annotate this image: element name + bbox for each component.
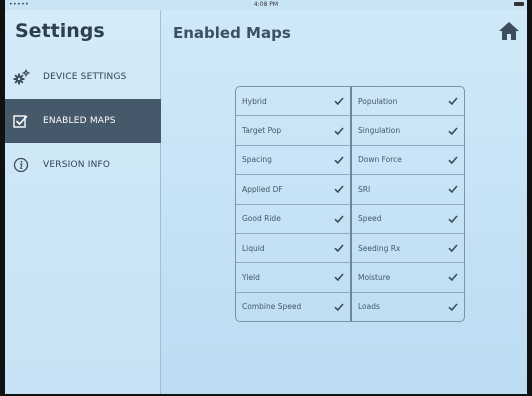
map-name: Combine Speed <box>242 302 302 312</box>
battery-icon <box>514 2 524 6</box>
map-toggle-loads[interactable]: Loads <box>352 293 464 321</box>
map-toggle-hybrid[interactable]: Hybrid <box>236 87 350 117</box>
checkmark-icon <box>448 156 458 164</box>
sidebar-item-label: VERSION INFO <box>43 160 111 170</box>
main-panel: Enabled Maps Hybrid Target Pop Spacing A… <box>161 10 527 394</box>
checkmark-icon <box>448 215 458 223</box>
map-name: Yield <box>242 272 260 282</box>
map-toggle-liquid[interactable]: Liquid <box>236 234 350 264</box>
map-name: Target Pop <box>242 126 282 136</box>
checkmark-icon <box>448 185 458 194</box>
maps-column-left: Hybrid Target Pop Spacing Applied DF Goo… <box>236 87 350 321</box>
map-name: Spacing <box>242 155 272 165</box>
sidebar-item-enabled-maps[interactable]: ENABLED MAPS <box>5 99 161 143</box>
map-name: Down Force <box>357 155 402 165</box>
map-toggle-good-ride[interactable]: Good Ride <box>236 205 350 234</box>
sidebar-item-label: ENABLED MAPS <box>43 116 116 126</box>
sidebar: Settings DEVICE SETTINGS ENABLED MAPS VE… <box>5 10 161 394</box>
checkmark-icon <box>448 127 458 135</box>
map-toggle-applied-df[interactable]: Applied DF <box>236 175 350 205</box>
info-icon <box>13 157 43 173</box>
page-title: Enabled Maps <box>173 24 291 42</box>
checkmark-icon <box>448 303 458 311</box>
map-name: SRI <box>357 184 371 194</box>
map-name: Singulation <box>357 126 401 136</box>
checkmark-icon <box>448 244 458 253</box>
checkmark-icon <box>334 97 344 106</box>
checkmark-icon <box>334 185 344 194</box>
enabled-maps-table: Hybrid Target Pop Spacing Applied DF Goo… <box>235 86 465 322</box>
map-toggle-yield[interactable]: Yield <box>236 263 350 293</box>
map-name: Liquid <box>242 243 265 253</box>
map-toggle-speed[interactable]: Speed <box>351 205 464 234</box>
map-name: Moisture <box>357 272 391 282</box>
checkmark-icon <box>334 303 344 311</box>
checkmark-icon <box>448 97 458 106</box>
map-toggle-population[interactable]: Population <box>351 87 464 117</box>
map-toggle-sri[interactable]: SRI <box>351 175 464 205</box>
home-icon <box>499 22 519 40</box>
map-toggle-down-force[interactable]: Down Force <box>351 146 464 176</box>
checkmark-icon <box>334 156 344 164</box>
map-name: Speed <box>357 214 382 224</box>
map-name: Seeding Rx <box>357 243 401 253</box>
map-name: Applied DF <box>242 184 283 194</box>
map-toggle-moisture[interactable]: Moisture <box>351 263 464 293</box>
checkmark-icon <box>334 244 344 253</box>
map-name: Good Ride <box>242 214 281 224</box>
map-toggle-spacing[interactable]: Spacing <box>236 146 350 176</box>
checkmark-icon <box>448 273 458 282</box>
home-button[interactable] <box>497 20 521 42</box>
status-time: 4:08 PM <box>253 1 279 8</box>
maps-column-right: Population Singulation Down Force SRI Sp… <box>349 87 464 321</box>
map-toggle-target-pop[interactable]: Target Pop <box>236 116 350 146</box>
sidebar-item-label: DEVICE SETTINGS <box>43 72 127 82</box>
map-toggle-seeding-rx[interactable]: Seeding Rx <box>351 234 464 264</box>
sidebar-item-version-info[interactable]: VERSION INFO <box>5 143 161 187</box>
checkmark-icon <box>334 273 344 282</box>
map-name: Loads <box>357 302 380 312</box>
map-name: Hybrid <box>242 96 267 106</box>
gears-icon <box>13 69 43 85</box>
map-name: Population <box>357 96 398 106</box>
sidebar-item-device-settings[interactable]: DEVICE SETTINGS <box>5 55 161 99</box>
map-toggle-singulation[interactable]: Singulation <box>351 116 464 146</box>
checkmark-icon <box>334 127 344 135</box>
status-bar: ••••• 4:08 PM <box>5 0 527 10</box>
checkbox-icon <box>13 114 43 128</box>
checkmark-icon <box>334 215 344 223</box>
sidebar-title: Settings <box>15 20 105 42</box>
map-toggle-combine-speed[interactable]: Combine Speed <box>236 293 350 321</box>
